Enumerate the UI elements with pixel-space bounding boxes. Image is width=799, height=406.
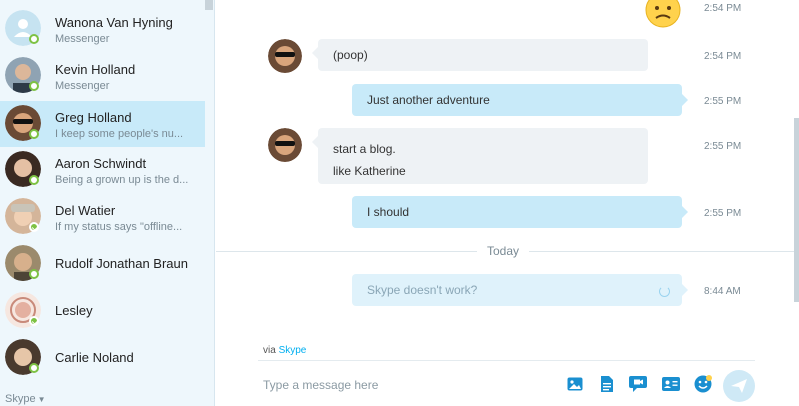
contact-name: Del Watier	[55, 203, 116, 218]
contact-item[interactable]: Aaron Schwindt Being a grown up is the d…	[0, 147, 205, 193]
incoming-message[interactable]: start a blog. like Katherine	[312, 128, 648, 184]
status-indicator	[29, 34, 39, 44]
contact-item[interactable]: Wanona Van Hyning Messenger	[0, 6, 205, 52]
contact-name: Aaron Schwindt	[55, 156, 147, 171]
sidebar-scrollbar[interactable]	[205, 0, 213, 10]
status-indicator	[29, 316, 39, 326]
contacts-sidebar: Wanona Van Hyning Messenger Kevin Hollan…	[0, 0, 215, 406]
status-indicator	[29, 269, 39, 279]
conversation-scrollbar[interactable]	[794, 118, 799, 302]
skype-menu-label: Skype	[5, 393, 36, 405]
contact-item[interactable]: Del Watier If my status says "offline...	[0, 194, 205, 240]
via-service-label: via Skype	[263, 345, 306, 356]
via-prefix: via	[263, 345, 276, 356]
message-text: I should	[367, 205, 410, 219]
via-service-link[interactable]: Skype	[279, 345, 307, 356]
message-text: (poop)	[333, 48, 368, 62]
contact-card-icon	[662, 377, 680, 391]
message-time: 8:44 AM	[704, 286, 741, 297]
status-indicator	[29, 175, 39, 185]
sending-spinner-icon	[659, 286, 670, 297]
contact-status-text: I keep some people's nu...	[55, 128, 184, 140]
video-message-button[interactable]	[629, 375, 647, 393]
chevron-down-icon: ▼	[37, 395, 46, 404]
file-icon	[601, 376, 613, 392]
status-indicator	[29, 363, 39, 373]
send-contacts-button[interactable]	[662, 375, 680, 393]
contact-name: Wanona Van Hyning	[55, 15, 173, 30]
contact-item[interactable]: Kevin Holland Messenger	[0, 53, 205, 99]
contact-name: Lesley	[55, 303, 93, 318]
message-time: 2:55 PM	[704, 141, 742, 152]
message-time: 2:54 PM	[704, 3, 742, 14]
contact-item[interactable]: Rudolf Jonathan Braun	[0, 241, 205, 287]
skype-menu-button[interactable]: Skype ▼	[5, 393, 46, 405]
send-image-button[interactable]	[566, 375, 584, 393]
contact-status-text: Being a grown up is the d...	[55, 174, 189, 186]
emoticons-button[interactable]	[694, 375, 712, 393]
message-text: Just another adventure	[367, 93, 490, 107]
send-file-button[interactable]	[598, 375, 616, 393]
message-time: 2:55 PM	[704, 208, 742, 219]
message-text-line: like Katherine	[333, 164, 406, 178]
message-input[interactable]	[258, 372, 553, 398]
contact-status-text: Messenger	[55, 80, 110, 92]
message-text-line: start a blog.	[333, 142, 396, 156]
contact-item-selected[interactable]: Greg Holland I keep some people's nu...	[0, 101, 205, 147]
send-arrow-icon	[731, 379, 747, 393]
status-indicator	[29, 129, 39, 139]
status-indicator	[29, 81, 39, 91]
pending-message[interactable]: Skype doesn't work?	[352, 274, 688, 306]
contact-name: Kevin Holland	[55, 62, 136, 77]
composer-divider	[258, 360, 755, 361]
contact-name: Greg Holland	[55, 110, 132, 125]
incoming-message[interactable]: (poop)	[312, 39, 648, 71]
send-button[interactable]	[723, 370, 755, 402]
sender-avatar	[268, 39, 302, 73]
image-icon	[567, 377, 583, 391]
worried-face-icon	[645, 0, 681, 28]
contact-status-text: Messenger	[55, 33, 110, 45]
contact-item[interactable]: Carlie Noland	[0, 335, 205, 381]
contact-status-text: If my status says "offline...	[55, 221, 183, 233]
day-divider-label: Today	[477, 244, 530, 258]
emoticon-icon	[694, 375, 712, 393]
message-time: 2:54 PM	[704, 51, 742, 62]
outgoing-message[interactable]: I should	[352, 196, 688, 228]
contact-name: Carlie Noland	[55, 350, 134, 365]
message-text: Skype doesn't work?	[367, 283, 478, 297]
sender-avatar	[268, 128, 302, 162]
outgoing-message[interactable]: Just another adventure	[352, 84, 688, 116]
contact-item[interactable]: Lesley	[0, 288, 205, 334]
status-indicator	[29, 222, 39, 232]
message-emoji	[645, 0, 681, 28]
contact-name: Rudolf Jonathan Braun	[55, 256, 188, 271]
message-time: 2:55 PM	[704, 96, 742, 107]
video-message-icon	[629, 376, 647, 392]
